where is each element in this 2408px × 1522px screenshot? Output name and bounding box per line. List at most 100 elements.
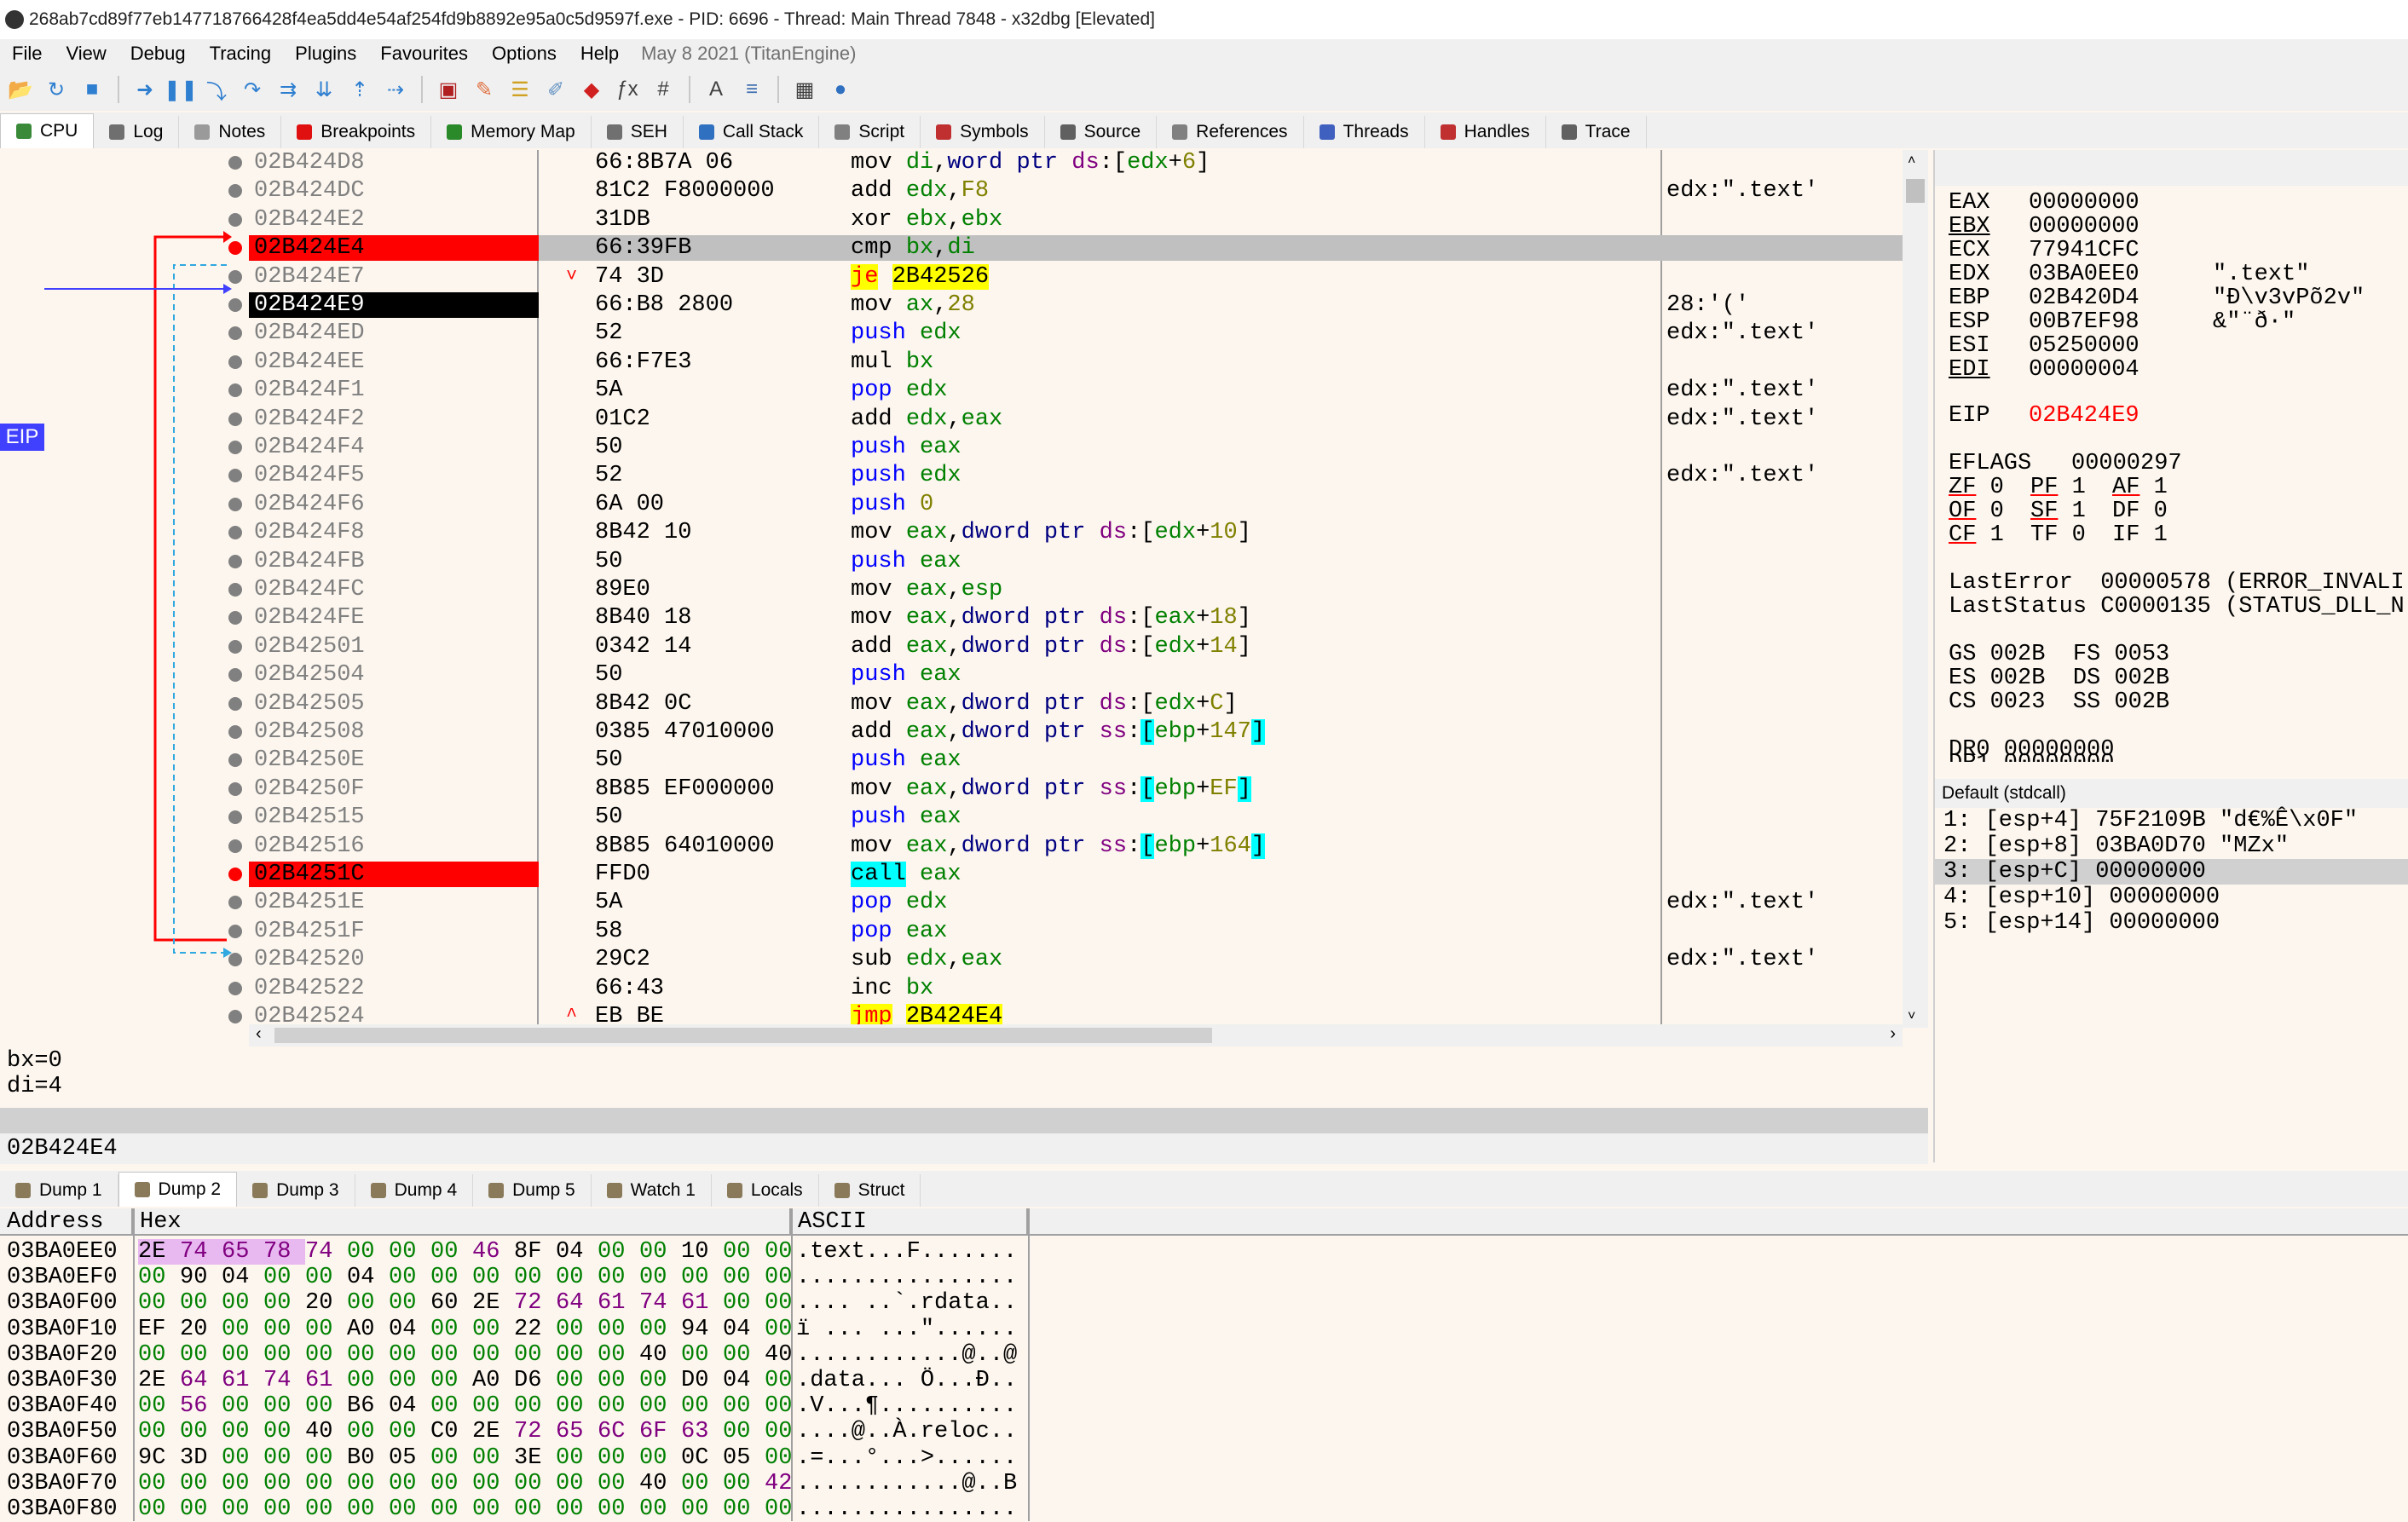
- call-arguments-view[interactable]: Default (stdcall) 1: [esp+4] 75F2109B "d…: [1933, 779, 2408, 1162]
- tab-seh[interactable]: SEH: [591, 116, 684, 148]
- disasm-row[interactable]: 02B424E9 66:B8 2800 mov ax,28 28:'(': [0, 292, 1903, 318]
- dump-row[interactable]: 03BA0F70 00 00 00 00 00 00 00 00 00 00 00 00 40 00 00 42…: [0, 1471, 1028, 1496]
- breakpoint-slot-icon[interactable]: [228, 441, 242, 454]
- tab-dump-3[interactable]: Dump 3: [237, 1174, 355, 1207]
- breakpoint-slot-icon[interactable]: [228, 924, 242, 938]
- argument-row[interactable]: 4: [esp+10] 00000000: [1935, 885, 2408, 910]
- ascii-column-header[interactable]: ASCII: [791, 1208, 1028, 1236]
- register-value[interactable]: 00000000: [2029, 215, 2213, 239]
- disasm-row[interactable]: 02B4251E 5A pop edx edx:".text': [0, 890, 1903, 915]
- disasm-row[interactable]: 02B424DC 81C2 F8000000 add edx,F8 edx:".tex…: [0, 178, 1903, 204]
- disasm-row[interactable]: 02B424F8 8B42 10 mov eax,dword ptr ds:[edx…: [0, 520, 1903, 545]
- help-icon[interactable]: ●: [825, 74, 856, 105]
- disassembly-view[interactable]: EIP 02B424D8 66:8B7A 06 mov di,word ptr ds…: [0, 150, 1928, 1028]
- tab-watch-1[interactable]: Watch 1: [591, 1174, 712, 1207]
- register-value[interactable]: 03BA0EE0: [2029, 262, 2213, 286]
- scrollbar-thumb[interactable]: [1906, 179, 1925, 203]
- register-row-ebx[interactable]: EBX 00000000: [1949, 215, 2213, 239]
- breakpoint-slot-icon[interactable]: [228, 839, 242, 853]
- hex-dump-view[interactable]: Address Hex ASCII 03BA0EE0 2E 74 65 78 74 00 00…: [0, 1208, 2408, 1522]
- dump-row[interactable]: 03BA0F10 EF 20 00 00 00 A0 04 00 00 22 00 00 00 94 04 00…: [0, 1317, 1028, 1342]
- flag-cf[interactable]: CF 1: [1949, 523, 2030, 547]
- tab-cpu[interactable]: CPU: [0, 113, 95, 148]
- scroll-down-icon[interactable]: ˅: [1908, 1009, 1915, 1024]
- scroll-up-icon[interactable]: ˄: [1908, 153, 1915, 169]
- menu-item-tracing[interactable]: Tracing: [198, 43, 284, 65]
- register-row-ebp[interactable]: EBP 02B420D4 "Đ\v3vPõ2v": [1949, 286, 2365, 310]
- dump-row[interactable]: 03BA0EF0 00 90 04 00 00 04 00 00 00 00 00 00 00 00 00 00…: [0, 1265, 1028, 1290]
- trace-over-icon[interactable]: ⇊: [309, 74, 339, 105]
- disasm-row[interactable]: 02B42516 8B85 64010000 mov eax,dword ptr s…: [0, 833, 1903, 859]
- address-column-header[interactable]: Address: [0, 1208, 133, 1236]
- tab-breakpoints[interactable]: Breakpoints: [281, 116, 432, 148]
- tab-memory-map[interactable]: Memory Map: [431, 116, 592, 148]
- tab-dump-1[interactable]: Dump 1: [0, 1174, 118, 1207]
- disasm-row[interactable]: 02B424F2 01C2 add edx,eax edx:".text': [0, 406, 1903, 432]
- register-row-eip[interactable]: EIP 02B424E9: [1949, 404, 2213, 428]
- flag-pf[interactable]: PF 1: [2030, 476, 2112, 499]
- flag-tf[interactable]: TF 0: [2030, 523, 2112, 547]
- tab-dump-4[interactable]: Dump 4: [355, 1174, 474, 1207]
- stop-icon[interactable]: ■: [77, 74, 107, 105]
- register-value[interactable]: 00000000: [2029, 191, 2213, 215]
- functions-icon[interactable]: ƒx: [612, 74, 643, 105]
- pause-icon[interactable]: ❚❚: [164, 74, 198, 105]
- breakpoint-slot-icon[interactable]: [228, 412, 242, 426]
- dump-row[interactable]: 03BA0F20 00 00 00 00 00 00 00 00 00 00 00 00 40 00 00 40…: [0, 1342, 1028, 1368]
- breakpoint-slot-icon[interactable]: [228, 497, 242, 511]
- tab-dump-2[interactable]: Dump 2: [118, 1172, 238, 1207]
- argument-row[interactable]: 3: [esp+C] 00000000: [1935, 859, 2408, 885]
- register-value[interactable]: 02B424E9: [2029, 404, 2213, 428]
- breakpoint-slot-icon[interactable]: [228, 383, 242, 398]
- register-row-edx[interactable]: EDX 03BA0EE0 ".text": [1949, 262, 2309, 286]
- breakpoint-slot-icon[interactable]: [228, 212, 242, 227]
- tab-struct[interactable]: Struct: [818, 1174, 921, 1207]
- tab-threads[interactable]: Threads: [1303, 116, 1425, 148]
- dump-row[interactable]: 03BA0F40 00 56 00 00 00 B6 04 00 00 00 00 00 00 00 00 00…: [0, 1393, 1028, 1419]
- register-value[interactable]: 00000297: [2071, 451, 2182, 476]
- dump-row[interactable]: 03BA0EE0 2E 74 65 78 74 00 00 00 46 8F 04 00 00 10 00 00…: [0, 1239, 1028, 1265]
- calculator-icon[interactable]: ▦: [789, 74, 820, 105]
- breakpoint-slot-icon[interactable]: [228, 611, 242, 626]
- flag-df[interactable]: DF 0: [2112, 499, 2194, 523]
- register-row-edi[interactable]: EDI 00000004: [1949, 358, 2213, 382]
- breakpoint-slot-icon[interactable]: [228, 554, 242, 568]
- breakpoint-slot-icon[interactable]: [228, 326, 242, 341]
- execute-till-return-icon[interactable]: ⇡: [344, 74, 375, 105]
- menu-item-help[interactable]: Help: [569, 43, 631, 65]
- disasm-row[interactable]: 02B424E7 ˅ 74 3D je 2B42526: [0, 263, 1903, 290]
- tab-notes[interactable]: Notes: [179, 116, 282, 148]
- breakpoint-slot-icon[interactable]: [228, 781, 242, 796]
- disasm-row[interactable]: 02B42515 50 push eax: [0, 804, 1903, 830]
- disasm-row[interactable]: 02B4250E 50 push eax: [0, 747, 1903, 773]
- scylla-icon[interactable]: ▣: [433, 74, 464, 105]
- step-over-icon[interactable]: ↷: [237, 74, 268, 105]
- tab-source[interactable]: Source: [1044, 116, 1158, 148]
- disasm-row[interactable]: 02B424F4 50 push eax: [0, 435, 1903, 460]
- vertical-scrollbar[interactable]: ˄ ˅: [1903, 150, 1928, 1028]
- flag-if[interactable]: IF 1: [2112, 523, 2194, 547]
- disasm-row[interactable]: 02B424E4 66:39FB cmp bx,di: [0, 235, 1903, 262]
- breakpoint-slot-icon[interactable]: [228, 355, 242, 369]
- tab-log[interactable]: Log: [94, 116, 180, 148]
- menu-item-favourites[interactable]: Favourites: [368, 43, 480, 65]
- disasm-row[interactable]: 02B424EE 66:F7E3 mul bx: [0, 349, 1903, 375]
- disasm-row[interactable]: 02B42508 0385 47010000 add eax,dword ptr s…: [0, 719, 1903, 745]
- breakpoint-slot-icon[interactable]: [228, 896, 242, 910]
- breakpoint-slot-icon[interactable]: [228, 526, 242, 540]
- register-value[interactable]: 77941CFC: [2029, 239, 2213, 262]
- hex-column-header[interactable]: Hex: [133, 1208, 791, 1236]
- tab-symbols[interactable]: Symbols: [921, 116, 1045, 148]
- disasm-row[interactable]: 02B424FE 8B40 18 mov eax,dword ptr ds:[eax…: [0, 605, 1903, 631]
- bookmarks-icon[interactable]: ◆: [576, 74, 607, 105]
- horizontal-scrollbar[interactable]: ‹ ›: [249, 1024, 1903, 1046]
- disasm-row[interactable]: 02B4251C FFD0 call eax: [0, 862, 1903, 887]
- register-row-esp[interactable]: ESP 00B7EF98 &"¨ð·": [1949, 310, 2295, 334]
- tab-references[interactable]: References: [1157, 116, 1304, 148]
- flag-af[interactable]: AF 1: [2112, 476, 2194, 499]
- breakpoint-slot-icon[interactable]: [228, 639, 242, 654]
- register-value[interactable]: 02B420D4: [2029, 286, 2213, 310]
- run-to-user-code-icon[interactable]: ⇢: [380, 74, 411, 105]
- breakpoint-slot-icon[interactable]: [228, 725, 242, 739]
- register-row-esi[interactable]: ESI 05250000: [1949, 334, 2213, 358]
